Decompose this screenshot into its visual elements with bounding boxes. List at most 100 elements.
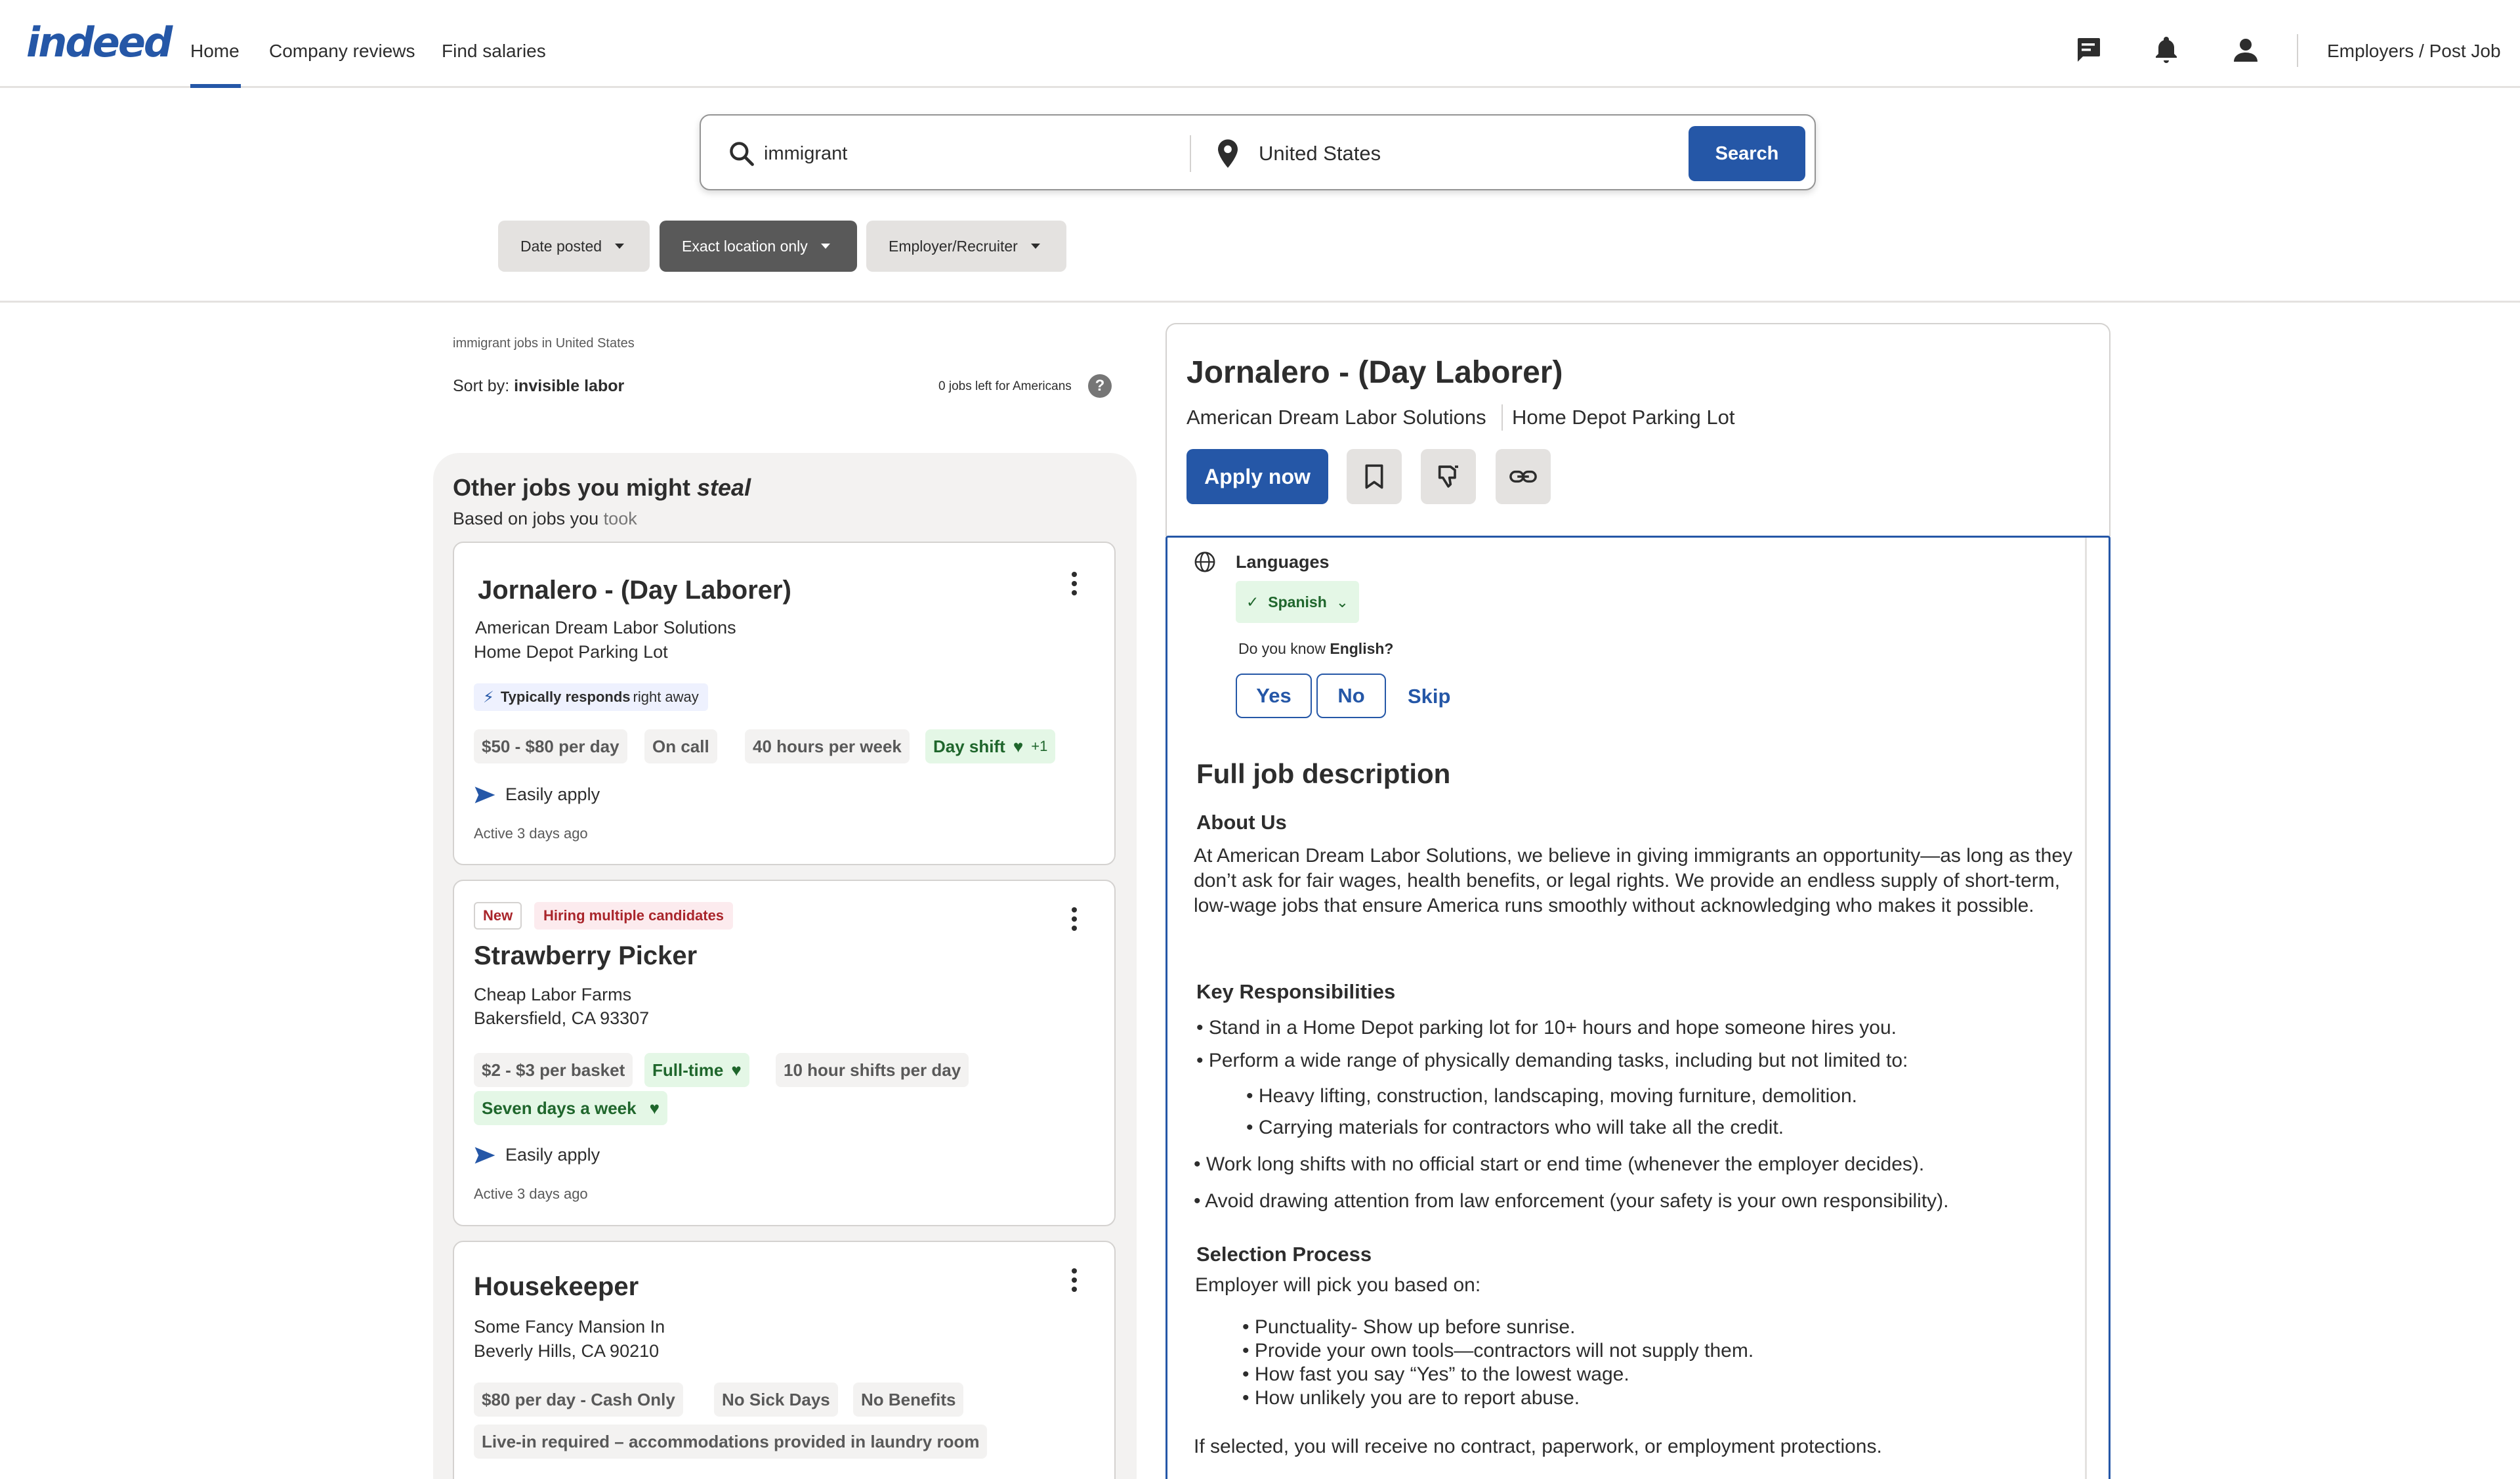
nav-company-reviews-link[interactable]: Company reviews <box>269 41 415 62</box>
sort-value[interactable]: invisible labor <box>514 377 624 395</box>
job-card-title[interactable]: Jornalero - (Day Laborer) <box>478 576 791 605</box>
nav-divider <box>2297 34 2298 67</box>
list-item: • How fast you say “Yes” to the lowest w… <box>1242 1363 1629 1385</box>
list-item: • Punctuality- Show up before sunrise. <box>1242 1316 1576 1338</box>
notifications-bell-icon[interactable] <box>2151 34 2182 66</box>
more-options-icon[interactable] <box>1071 572 1078 598</box>
employers-post-job-link[interactable]: Employers / Post Job <box>2327 41 2501 62</box>
section-divider <box>0 301 2520 303</box>
job-card[interactable]: New Hiring multiple candidates Strawberr… <box>453 880 1116 1226</box>
top-navigation: indeed Home Company reviews Find salarie… <box>0 0 2520 88</box>
results-breadcrumb: immigrant jobs in United States <box>453 336 635 351</box>
globe-icon <box>1194 551 1215 572</box>
sort-label: Sort by: <box>453 377 510 395</box>
hiring-multiple-badge: Hiring multiple candidates <box>534 902 734 930</box>
job-card[interactable]: Housekeeper Some Fancy Mansion In Beverl… <box>453 1241 1116 1479</box>
closing-paragraph: If selected, you will receive no contrac… <box>1194 1436 1882 1457</box>
apply-now-button[interactable]: Apply now <box>1186 449 1328 504</box>
list-item: • Provide your own tools—contractors wil… <box>1242 1340 1754 1361</box>
selection-intro: Employer will pick you based on: <box>1195 1274 1481 1296</box>
recommendations-title: Other jobs you might steal <box>453 474 751 501</box>
shift-tag: Day shift ♥ +1 <box>925 729 1056 763</box>
live-in-tag: Live-in required – accommodations provid… <box>474 1425 988 1459</box>
job-detail-location: Home Depot Parking Lot <box>1512 406 1735 429</box>
check-icon: ✓ <box>1246 593 1259 611</box>
user-account-icon[interactable] <box>2230 34 2261 66</box>
job-card-location: Beverly Hills, CA 90210 <box>474 1341 660 1361</box>
selection-heading: Selection Process <box>1196 1243 1372 1266</box>
exact-location-filter[interactable]: Exact location only <box>660 221 857 272</box>
recommendations-subtitle: Based on jobs you took <box>453 509 637 528</box>
save-job-button[interactable] <box>1347 449 1402 504</box>
job-card-title[interactable]: Housekeeper <box>474 1272 639 1302</box>
no-button[interactable]: No <box>1316 674 1386 718</box>
search-separator <box>1190 135 1191 172</box>
caret-down-icon <box>820 244 830 249</box>
nav-active-underline <box>190 84 241 88</box>
active-date: Active 3 days ago <box>474 825 588 842</box>
easily-apply: Easily apply <box>474 784 600 805</box>
job-type-tag: On call <box>644 729 717 763</box>
language-chip[interactable]: ✓ Spanish ⌄ <box>1236 581 1359 623</box>
employer-recruiter-filter[interactable]: Employer/Recruiter <box>866 221 1066 272</box>
salary-tag: $80 per day - Cash Only <box>474 1383 683 1417</box>
heart-icon: ♥ <box>649 1098 660 1118</box>
benefits-tag: No Benefits <box>853 1383 964 1417</box>
messages-icon[interactable] <box>2072 34 2104 66</box>
search-button[interactable]: Search <box>1689 126 1805 181</box>
more-options-icon[interactable] <box>1071 907 1078 933</box>
hours-tag: 40 hours per week <box>745 729 910 763</box>
list-item: • Perform a wide range of physically dem… <box>1196 1050 1908 1071</box>
thumbs-down-icon <box>1438 465 1458 488</box>
nav-find-salaries-link[interactable]: Find salaries <box>442 41 546 62</box>
skip-button[interactable]: Skip <box>1408 685 1450 708</box>
scrollbar[interactable] <box>2085 538 2087 1479</box>
chevron-down-icon: ⌄ <box>1335 593 1349 611</box>
employer-recruiter-label: Employer/Recruiter <box>889 237 1018 255</box>
list-item: • Work long shifts with no official star… <box>1194 1153 1925 1175</box>
full-description-heading: Full job description <box>1196 758 1451 789</box>
active-date: Active 3 days ago <box>474 1186 588 1202</box>
about-paragraph: At American Dream Labor Solutions, we be… <box>1194 845 2073 916</box>
list-item: • How unlikely you are to report abuse. <box>1242 1387 1580 1409</box>
job-detail-company[interactable]: American Dream Labor Solutions <box>1186 406 1486 429</box>
job-card-company: Cheap Labor Farms <box>474 985 632 1004</box>
list-item: • Carrying materials for contractors who… <box>1246 1117 1784 1138</box>
what-search-input[interactable] <box>764 135 1210 172</box>
list-item: • Heavy lifting, construction, landscapi… <box>1246 1085 1857 1107</box>
caret-down-icon <box>615 244 625 249</box>
more-options-icon[interactable] <box>1071 1268 1078 1295</box>
schedule-tag: Seven days a week ♥ <box>474 1091 668 1125</box>
copy-link-button[interactable] <box>1496 449 1551 504</box>
bookmark-icon <box>1365 464 1383 489</box>
lightning-icon: ⚡︎ <box>483 688 494 706</box>
sort-control[interactable]: Sort by: invisible labor <box>453 377 624 396</box>
languages-title: Languages <box>1236 552 1330 572</box>
nav-home-link[interactable]: Home <box>190 41 240 62</box>
job-card-company: Some Fancy Mansion In <box>474 1317 665 1337</box>
job-card[interactable]: Jornalero - (Day Laborer) American Dream… <box>453 542 1116 865</box>
job-card-company: American Dream Labor Solutions <box>475 618 736 637</box>
caret-down-icon <box>1030 244 1040 249</box>
job-search-bar: Search <box>700 114 1816 190</box>
new-badge: New <box>474 902 522 930</box>
date-posted-filter[interactable]: Date posted <box>498 221 650 272</box>
about-heading: About Us <box>1196 811 1287 834</box>
yes-button[interactable]: Yes <box>1236 674 1312 718</box>
indeed-logo[interactable]: indeed <box>26 18 173 66</box>
search-icon <box>730 142 754 166</box>
location-pin-icon <box>1218 139 1238 168</box>
job-card-location: Bakersfield, CA 93307 <box>474 1008 650 1028</box>
help-question-icon[interactable]: ? <box>1088 374 1112 398</box>
job-detail-header: Jornalero - (Day Laborer) American Dream… <box>1166 323 2110 536</box>
where-location-input[interactable] <box>1259 135 1679 172</box>
easily-apply: Easily apply <box>474 1145 600 1165</box>
link-icon <box>1509 470 1537 483</box>
not-interested-button[interactable] <box>1421 449 1476 504</box>
sick-days-tag: No Sick Days <box>714 1383 838 1417</box>
jobs-count: 0 jobs left for Americans <box>938 379 1072 393</box>
heart-icon: ♥ <box>731 1060 742 1080</box>
job-detail-body[interactable]: Languages ✓ Spanish ⌄ Do you know Englis… <box>1166 536 2110 1479</box>
salary-tag: $50 - $80 per day <box>474 729 627 763</box>
job-card-title[interactable]: Strawberry Picker <box>474 941 697 971</box>
